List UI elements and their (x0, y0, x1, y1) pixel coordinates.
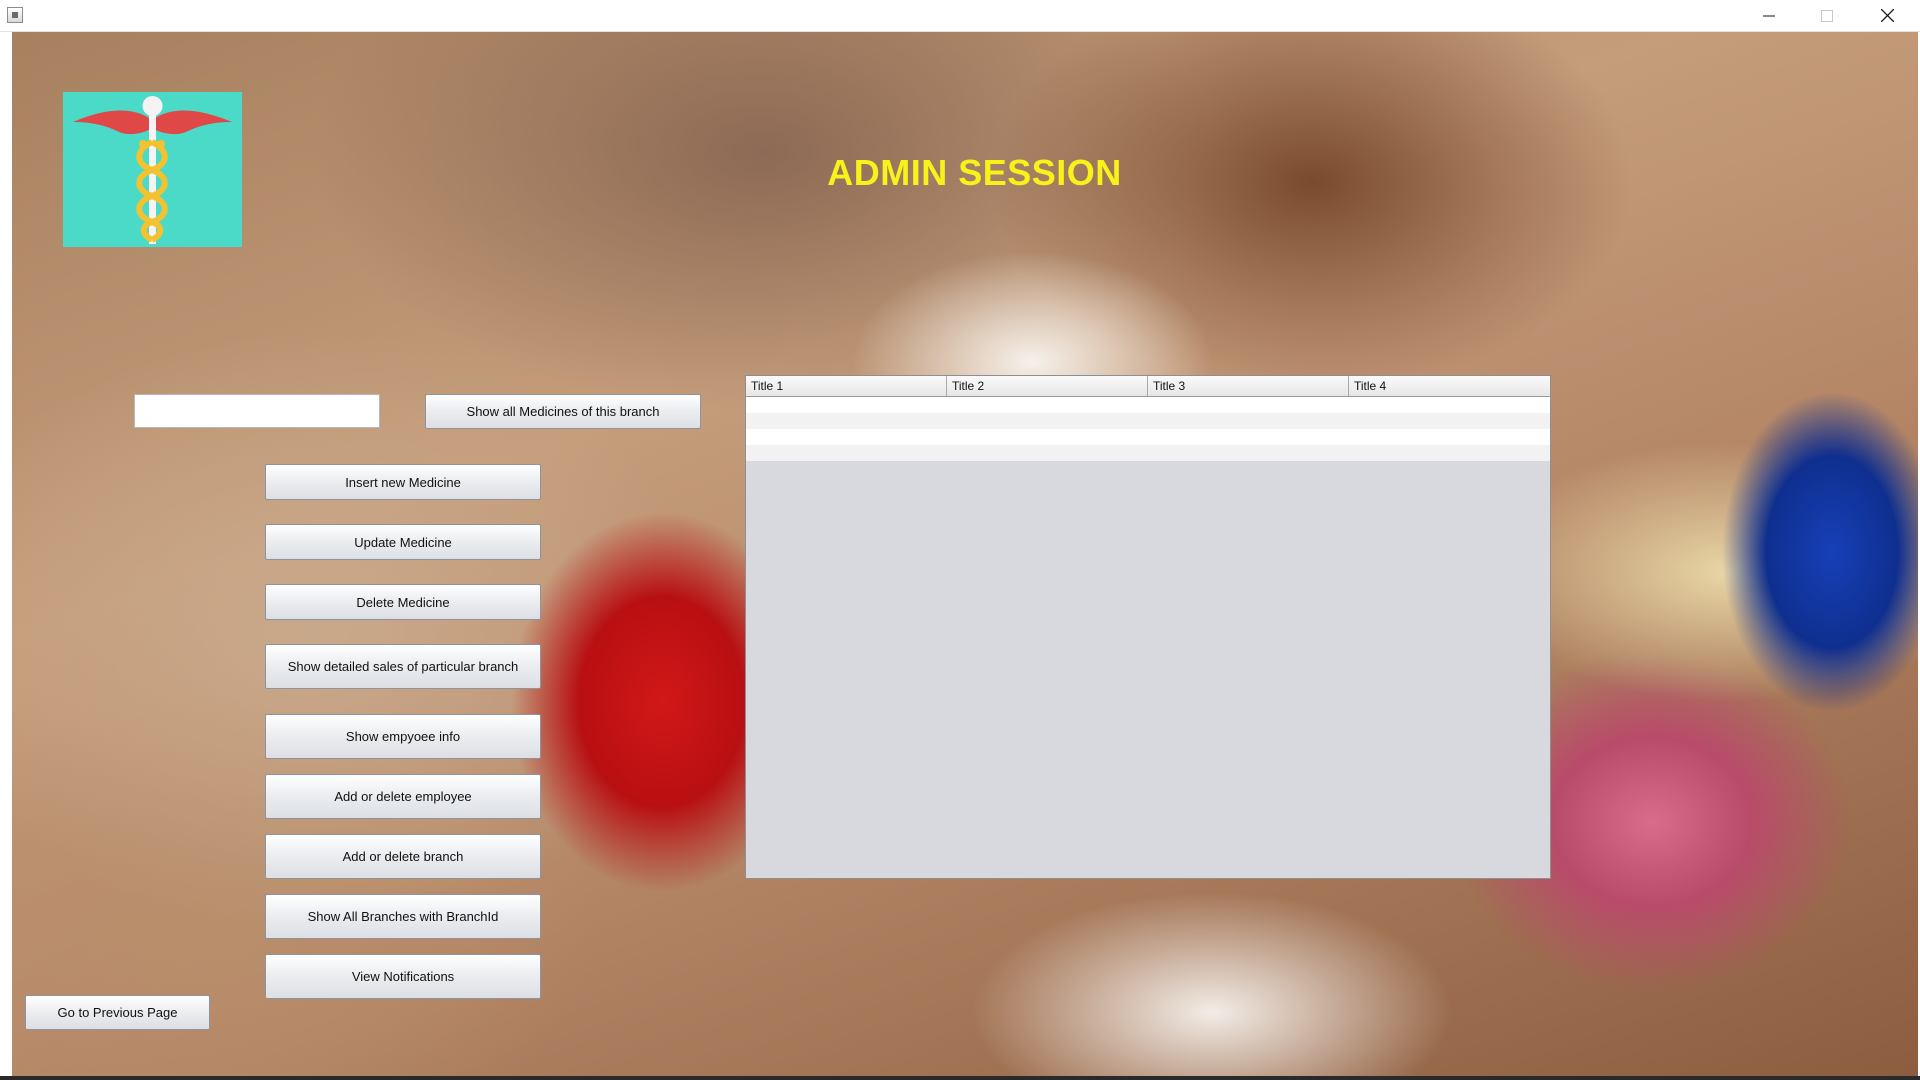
table-cell (947, 397, 1148, 413)
add-delete-branch-button[interactable]: Add or delete branch (265, 834, 541, 879)
java-app-icon[interactable] (7, 7, 23, 23)
title-bar[interactable] (0, 0, 1920, 32)
caduceus-icon (73, 96, 232, 244)
table-row[interactable] (746, 413, 1550, 429)
page-title: ADMIN SESSION (827, 152, 1122, 193)
minimize-button[interactable] (1740, 0, 1798, 31)
table-cell (1349, 397, 1550, 413)
medicine-table[interactable]: Title 1 Title 2 Title 3 Title 4 (745, 375, 1551, 879)
show-branches-button[interactable]: Show All Branches with BranchId (265, 894, 541, 939)
table-cell (947, 429, 1148, 445)
maximize-button[interactable] (1798, 0, 1856, 31)
close-button[interactable] (1858, 0, 1916, 31)
table-header: Title 1 Title 2 Title 3 Title 4 (746, 376, 1550, 397)
close-icon (1880, 9, 1894, 22)
admin-panel: ADMIN SESSION Show all Medicines of this… (12, 32, 1918, 1076)
table-cell (1148, 445, 1349, 461)
table-cell (947, 413, 1148, 429)
table-cell (947, 445, 1148, 461)
search-input[interactable] (134, 394, 380, 428)
insert-medicine-button[interactable]: Insert new Medicine (265, 464, 541, 500)
show-all-medicines-button[interactable]: Show all Medicines of this branch (425, 394, 701, 429)
maximize-icon (1821, 9, 1833, 22)
table-cell (1349, 429, 1550, 445)
table-cell (746, 397, 947, 413)
update-medicine-button[interactable]: Update Medicine (265, 524, 541, 560)
application-window: ADMIN SESSION Show all Medicines of this… (0, 0, 1920, 1080)
column-header-1[interactable]: Title 1 (746, 376, 947, 396)
delete-medicine-button[interactable]: Delete Medicine (265, 584, 541, 620)
taskbar-edge (0, 1076, 1920, 1080)
go-to-previous-page-button[interactable]: Go to Previous Page (25, 995, 210, 1030)
table-cell (746, 429, 947, 445)
minimize-icon (1763, 15, 1775, 16)
column-header-2[interactable]: Title 2 (947, 376, 1148, 396)
add-delete-employee-button[interactable]: Add or delete employee (265, 774, 541, 819)
caduceus-logo (63, 92, 242, 247)
show-employee-info-button[interactable]: Show empyoee info (265, 714, 541, 759)
view-notifications-button[interactable]: View Notifications (265, 954, 541, 999)
table-cell (1349, 445, 1550, 461)
table-cell (746, 413, 947, 429)
column-header-4[interactable]: Title 4 (1349, 376, 1550, 396)
table-cell (1148, 397, 1349, 413)
table-row[interactable] (746, 397, 1550, 413)
table-row[interactable] (746, 445, 1550, 461)
table-cell (746, 445, 947, 461)
table-row[interactable] (746, 429, 1550, 445)
table-cell (1148, 429, 1349, 445)
table-cell (1148, 413, 1349, 429)
column-header-3[interactable]: Title 3 (1148, 376, 1349, 396)
table-cell (1349, 413, 1550, 429)
show-sales-button[interactable]: Show detailed sales of particular branch (265, 644, 541, 689)
